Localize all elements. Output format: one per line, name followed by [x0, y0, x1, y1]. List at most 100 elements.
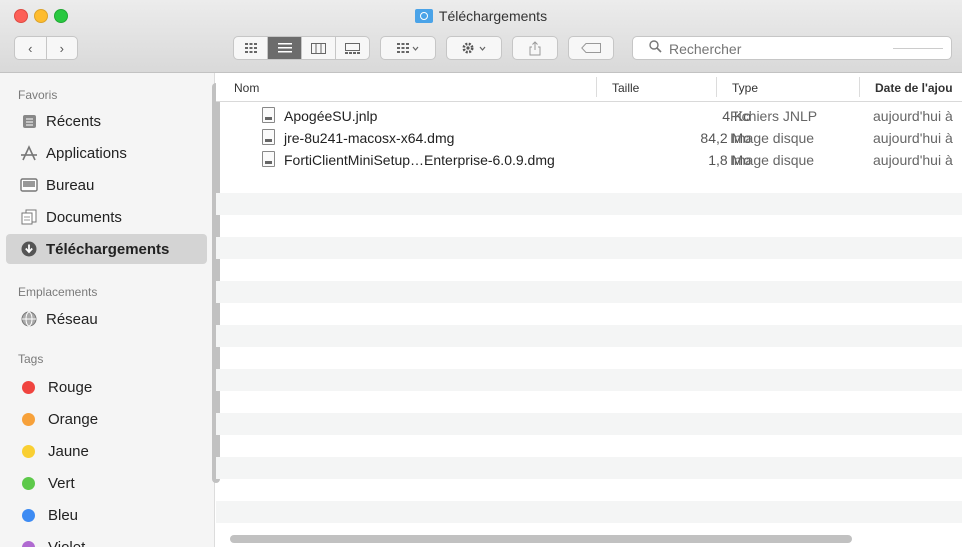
file-name: ApogéeSU.jnlp [284, 108, 378, 124]
dmg-file-icon [262, 129, 275, 145]
horizontal-scrollbar[interactable] [230, 535, 852, 543]
sidebar-item-label: Violet [48, 538, 86, 547]
empty-row [216, 501, 962, 523]
yellow-tag-icon [22, 444, 35, 458]
back-forward-group: ‹ › [14, 36, 78, 60]
title-bar: Téléchargements ‹ › [0, 0, 962, 73]
finder-window: Téléchargements ‹ › Rechercher Favoris R… [0, 0, 962, 547]
file-list: Nom Taille Type Date de l'ajou ApogéeSU.… [216, 73, 962, 547]
sidebar-item-tag-yellow[interactable]: Jaune [6, 436, 207, 466]
search-divider [893, 48, 943, 49]
sidebar-item-label: Rouge [48, 378, 93, 396]
file-type: Image disque [730, 152, 815, 168]
sidebar: Favoris Récents Applications Bureau Docu… [0, 73, 220, 547]
empty-row [216, 325, 962, 347]
column-separator [716, 77, 717, 97]
empty-row [216, 413, 962, 435]
view-mode-group [233, 36, 370, 60]
empty-row [216, 193, 962, 215]
downloads-icon [20, 240, 38, 258]
window-title-text: Téléchargements [438, 8, 548, 24]
column-view-button[interactable] [301, 37, 335, 59]
sidebar-item-desktop[interactable]: Bureau [6, 170, 207, 200]
file-name: jre-8u241-macosx-x64.dmg [284, 130, 455, 146]
file-row[interactable]: ApogéeSU.jnlp 4 Ko Fichiers JNLP aujourd… [216, 105, 962, 127]
group-by-button[interactable] [380, 36, 436, 60]
window-title: Téléchargements [0, 8, 962, 24]
sidebar-item-documents[interactable]: Documents [6, 202, 207, 232]
sidebar-item-label: Réseau [46, 310, 98, 328]
file-name: FortiClientMiniSetup…Enterprise-6.0.9.dm… [284, 152, 555, 168]
sidebar-item-tag-orange[interactable]: Orange [6, 404, 207, 434]
downloads-folder-icon [414, 9, 433, 23]
list-view-button[interactable] [267, 37, 301, 59]
share-button[interactable] [512, 36, 558, 60]
column-separator [859, 77, 860, 97]
sidebar-item-label: Téléchargements [46, 240, 170, 258]
sidebar-item-label: Applications [46, 144, 127, 162]
gear-icon [462, 42, 486, 54]
empty-row [216, 281, 962, 303]
sidebar-item-label: Jaune [48, 442, 89, 460]
file-date: aujourd'hui à [873, 152, 953, 168]
sidebar-item-label: Vert [48, 474, 75, 492]
icon-grid-icon [244, 43, 257, 53]
column-name-header[interactable]: Nom [234, 81, 259, 95]
sidebar-item-network[interactable]: Réseau [6, 304, 207, 334]
column-separator [596, 77, 597, 97]
sidebar-item-label: Récents [46, 112, 102, 130]
green-tag-icon [22, 476, 35, 490]
edit-tags-button[interactable] [568, 36, 614, 60]
empty-row [216, 369, 962, 391]
share-icon [529, 40, 541, 55]
column-type-header[interactable]: Type [732, 81, 758, 95]
violet-tag-icon [22, 540, 35, 547]
locations-header: Emplacements [18, 285, 98, 299]
forward-button[interactable]: › [45, 37, 78, 59]
sidebar-item-tag-violet[interactable]: Violet [6, 532, 207, 547]
group-grid-icon [397, 43, 419, 53]
orange-tag-icon [22, 412, 35, 426]
file-type: Fichiers JNLP [730, 108, 818, 124]
search-field[interactable] [632, 36, 952, 61]
column-date-header[interactable]: Date de l'ajou [875, 81, 953, 95]
desktop-icon [20, 176, 38, 194]
applications-icon [20, 144, 38, 162]
network-icon [20, 310, 38, 328]
sidebar-item-recents[interactable]: Récents [6, 106, 207, 136]
back-button[interactable]: ‹ [15, 37, 46, 59]
gallery-view-button[interactable] [335, 37, 369, 59]
empty-row [216, 457, 962, 479]
sidebar-item-label: Bleu [48, 506, 79, 524]
sidebar-item-applications[interactable]: Applications [6, 138, 207, 168]
sidebar-item-label: Orange [48, 410, 99, 428]
jnlp-file-icon [262, 107, 275, 123]
list-lines-icon [277, 43, 292, 53]
tag-icon [581, 43, 601, 53]
sidebar-item-tag-green[interactable]: Vert [6, 468, 207, 498]
action-menu-button[interactable] [446, 36, 502, 60]
blue-tag-icon [22, 508, 35, 522]
columns-icon [311, 42, 326, 54]
column-size-header[interactable]: Taille [612, 81, 639, 95]
file-type: Image disque [730, 130, 815, 146]
file-row[interactable]: FortiClientMiniSetup…Enterprise-6.0.9.dm… [216, 149, 962, 171]
gallery-icon [345, 42, 360, 54]
file-date: aujourd'hui à [873, 130, 953, 146]
dmg-file-icon [262, 151, 275, 167]
search-icon [649, 40, 662, 56]
column-header: Nom Taille Type Date de l'ajou [216, 73, 962, 102]
file-date: aujourd'hui à [873, 108, 953, 124]
sidebar-item-label: Documents [46, 208, 122, 226]
documents-icon [20, 208, 38, 226]
empty-row [216, 237, 962, 259]
tags-header: Tags [18, 352, 44, 366]
icon-view-button[interactable] [234, 37, 267, 59]
sidebar-item-tag-blue[interactable]: Bleu [6, 500, 207, 530]
sidebar-item-tag-red[interactable]: Rouge [6, 372, 207, 402]
file-row[interactable]: jre-8u241-macosx-x64.dmg 84,2 Mo Image d… [216, 127, 962, 149]
search-input[interactable] [667, 37, 891, 61]
red-tag-icon [22, 380, 35, 394]
sidebar-item-downloads[interactable]: Téléchargements [6, 234, 207, 264]
favorites-header: Favoris [18, 88, 58, 102]
